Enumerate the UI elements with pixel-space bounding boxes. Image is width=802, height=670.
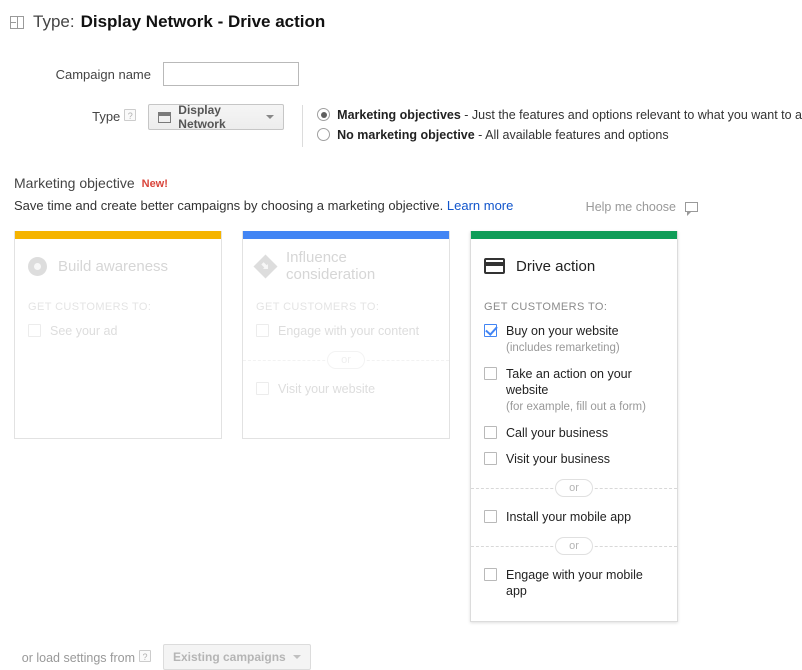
type-dropdown-button[interactable]: Display Network	[148, 103, 285, 131]
objective-card-influence-consideration[interactable]: Influence consideration GET CUSTOMERS TO…	[242, 231, 450, 439]
marketing-objective-heading: Marketing objective New!	[14, 175, 802, 191]
chevron-down-icon	[292, 655, 301, 659]
marketing-objective-description-text: Save time and create better campaigns by…	[14, 198, 444, 213]
get-customers-to-label: GET CUSTOMERS TO:	[484, 301, 608, 313]
option-call-your-business[interactable]: Call your business	[484, 425, 664, 441]
type-label: Type?	[0, 104, 148, 130]
card-title: Influence consideration	[286, 249, 376, 283]
or-label: or	[555, 479, 593, 497]
option-engage-with-your-content[interactable]: Engage with your content	[256, 323, 436, 339]
checkbox-buy-on-your-website[interactable]	[484, 324, 497, 337]
radio-marketing-objectives-desc: - Just the features and options relevant…	[460, 108, 802, 122]
load-settings-row: or load settings from? Existing campaign…	[0, 644, 802, 670]
page-title: Display Network - Drive action	[80, 12, 326, 31]
help-me-choose-button[interactable]: Help me choose	[585, 200, 698, 216]
learn-more-link[interactable]: Learn more	[447, 198, 513, 213]
radio-marketing-objectives-control[interactable]	[317, 108, 331, 121]
or-separator: or	[471, 477, 677, 499]
card-accent-bar	[243, 231, 449, 239]
card-header: Influence consideration	[253, 249, 436, 283]
checkbox-engage-with-your-content[interactable]	[256, 324, 269, 337]
new-badge: New!	[141, 178, 168, 190]
type-help-icon[interactable]: ?	[124, 109, 137, 121]
radio-no-marketing-objective[interactable]: No marketing objective - All available f…	[317, 125, 802, 145]
option-visit-your-business[interactable]: Visit your business	[484, 451, 664, 467]
option-see-your-ad[interactable]: See your ad	[28, 323, 208, 339]
checkbox-engage-with-your-mobile-app[interactable]	[484, 568, 497, 581]
checkbox-see-your-ad[interactable]	[28, 324, 41, 337]
campaign-name-row: Campaign name	[0, 62, 802, 88]
option-sublabel: (for example, fill out a form)	[506, 401, 646, 413]
option-label: Call your business	[506, 426, 609, 440]
credit-card-icon	[484, 258, 505, 274]
or-separator: or	[471, 535, 677, 557]
option-engage-with-your-mobile-app[interactable]: Engage with your mobile app	[484, 567, 664, 599]
panel-layout-icon[interactable]	[10, 15, 24, 29]
campaign-name-label: Campaign name	[55, 67, 151, 82]
existing-campaigns-label: Existing campaigns	[173, 650, 286, 664]
monitor-icon	[158, 111, 172, 123]
objective-cards: Build awareness GET CUSTOMERS TO: See yo…	[0, 231, 802, 622]
option-install-your-mobile-app[interactable]: Install your mobile app	[484, 509, 664, 525]
option-label: Install your mobile app	[506, 510, 632, 524]
card-accent-bar	[471, 231, 677, 239]
option-label: Visit your website	[278, 382, 376, 396]
option-visit-your-website[interactable]: Visit your website	[256, 381, 436, 397]
or-label: or	[555, 537, 593, 555]
campaign-name-input[interactable]	[163, 62, 299, 86]
campaign-form: Campaign name Type? Display Network Mark…	[0, 62, 802, 147]
get-customers-to-label: GET CUSTOMERS TO:	[28, 301, 152, 313]
load-settings-help-icon[interactable]: ?	[139, 649, 151, 662]
objective-card-drive-action[interactable]: Drive action GET CUSTOMERS TO: Buy on yo…	[470, 231, 678, 622]
option-label: Buy on your website	[506, 324, 619, 338]
option-label: Take an action on your website	[506, 367, 632, 397]
radio-no-marketing-objective-title: No marketing objective	[337, 128, 475, 142]
card-accent-bar	[15, 231, 221, 239]
option-sublabel: (includes remarketing)	[506, 342, 620, 354]
or-separator: or	[243, 349, 449, 371]
type-dropdown-label: Display Network	[178, 103, 226, 131]
radio-marketing-objectives[interactable]: Marketing objectives - Just the features…	[317, 105, 802, 125]
option-label: See your ad	[50, 324, 118, 338]
page-header: Type: Display Network - Drive action	[0, 0, 802, 32]
checkbox-take-an-action-on-your-website[interactable]	[484, 367, 497, 380]
type-label-text: Type	[92, 109, 121, 124]
card-header: Build awareness	[28, 253, 208, 279]
marketing-objective-section: Marketing objective New! Save time and cr…	[0, 175, 802, 216]
objective-card-build-awareness[interactable]: Build awareness GET CUSTOMERS TO: See yo…	[14, 231, 222, 439]
diamond-arrow-icon	[253, 253, 278, 279]
card-header: Drive action	[484, 253, 664, 279]
option-take-an-action-on-your-website[interactable]: Take an action on your website (for exam…	[484, 366, 664, 415]
option-buy-on-your-website[interactable]: Buy on your website (includes remarketin…	[484, 323, 664, 356]
page-type-label: Type:	[33, 12, 75, 31]
or-label: or	[327, 351, 365, 369]
radio-marketing-objectives-title: Marketing objectives	[337, 108, 461, 122]
option-label: Engage with your mobile app	[506, 568, 643, 598]
checkbox-call-your-business[interactable]	[484, 426, 497, 439]
type-row: Type? Display Network Marketing objectiv…	[0, 103, 802, 147]
checkbox-install-your-mobile-app[interactable]	[484, 510, 497, 523]
objective-mode-radio-group: Marketing objectives - Just the features…	[302, 105, 802, 147]
card-title: Drive action	[516, 257, 596, 275]
load-settings-label: or load settings from?	[0, 649, 163, 665]
option-label: Visit your business	[506, 452, 610, 466]
speech-bubble-icon	[685, 202, 698, 216]
checkbox-visit-your-business[interactable]	[484, 452, 497, 465]
option-label: Engage with your content	[278, 324, 420, 338]
chevron-down-icon	[266, 115, 275, 119]
get-customers-to-label: GET CUSTOMERS TO:	[256, 301, 380, 313]
load-settings-label-text: or load settings from	[21, 650, 135, 665]
help-me-choose-label: Help me choose	[585, 200, 676, 214]
existing-campaigns-dropdown[interactable]: Existing campaigns	[163, 644, 311, 670]
card-title: Build awareness	[58, 257, 169, 275]
radio-no-marketing-objective-desc: - All available features and options	[474, 128, 669, 142]
radio-no-marketing-objective-control[interactable]	[317, 128, 331, 141]
checkbox-visit-your-website[interactable]	[256, 382, 269, 395]
marketing-objective-heading-text: Marketing objective	[14, 175, 135, 191]
eye-icon	[28, 256, 47, 276]
